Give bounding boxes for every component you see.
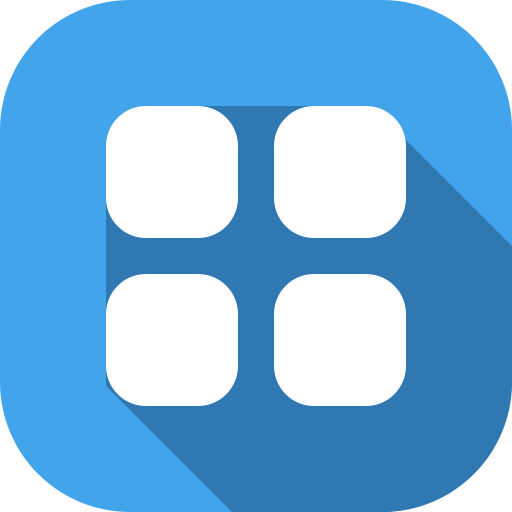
app-icon-canvas [0,0,512,512]
app-grid-icon [0,0,512,512]
tile-top-right [274,106,406,238]
tile-top-left [106,106,238,238]
tile-bottom-right [274,274,406,406]
tile-bottom-left [106,274,238,406]
